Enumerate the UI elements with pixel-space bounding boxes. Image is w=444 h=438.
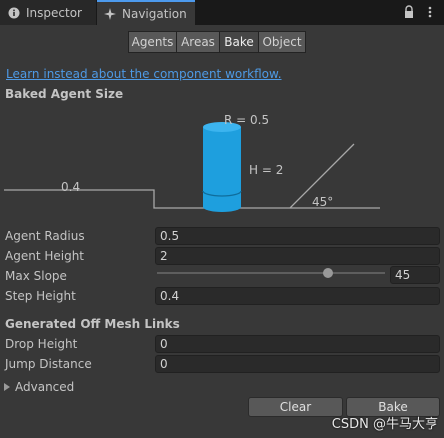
max-slope-slider-track[interactable] (157, 272, 385, 274)
step-height-label: Step Height (5, 289, 76, 303)
radius-label: R = 0.5 (224, 113, 269, 127)
watermark-text: CSDN @牛马大亨 (331, 417, 438, 432)
toolbar-agents-button[interactable]: Agents (128, 31, 177, 53)
info-icon (8, 7, 20, 18)
drop-height-field[interactable]: 0 (155, 335, 440, 353)
max-slope-field[interactable]: 45 (390, 266, 440, 284)
tab-inspector[interactable]: Inspector (0, 0, 96, 25)
max-slope-label: Max Slope (5, 269, 67, 283)
agent-height-field[interactable]: 2 (155, 247, 440, 265)
tab-bar-controls (403, 5, 436, 19)
toolbar-bake-button[interactable]: Bake (219, 31, 259, 53)
baked-agent-size-title: Baked Agent Size (5, 87, 124, 101)
slope-diagram-label: 45° (312, 195, 333, 209)
tab-inspector-label: Inspector (26, 5, 82, 20)
toolbar-object-button[interactable]: Object (258, 31, 306, 53)
window-tab-bar: Inspector Navigation (0, 0, 444, 25)
off-mesh-links-title: Generated Off Mesh Links (5, 317, 180, 331)
agent-radius-field[interactable]: 0.5 (155, 227, 440, 245)
lock-icon[interactable] (403, 5, 415, 19)
agent-height-label: Agent Height (5, 249, 85, 263)
step-height-diagram-label: 0.4 (61, 180, 80, 194)
more-options-icon[interactable] (424, 5, 436, 19)
step-height-field[interactable]: 0.4 (155, 287, 440, 305)
tab-navigation-label: Navigation (122, 6, 187, 21)
max-slope-slider-thumb[interactable] (323, 268, 333, 278)
drop-height-label: Drop Height (5, 337, 78, 351)
component-workflow-link[interactable]: Learn instead about the component workfl… (6, 67, 282, 81)
agent-size-diagram: R = 0.5 H = 2 0.4 45° (4, 113, 380, 212)
ground-profile-line (4, 143, 355, 209)
advanced-foldout[interactable]: Advanced (4, 380, 74, 394)
height-label: H = 2 (249, 163, 283, 177)
agent-radius-label: Agent Radius (5, 229, 85, 243)
clear-button[interactable]: Clear (248, 397, 343, 417)
agent-cylinder (202, 122, 242, 212)
foldout-arrow-icon (4, 383, 10, 391)
advanced-label: Advanced (15, 380, 75, 394)
tab-navigation[interactable]: Navigation (97, 0, 195, 25)
jump-distance-label: Jump Distance (5, 357, 92, 371)
jump-distance-field[interactable]: 0 (155, 355, 440, 373)
navigation-mode-toolbar: Agents Areas Bake Object (128, 31, 306, 53)
toolbar-areas-button[interactable]: Areas (176, 31, 220, 53)
navigation-compass-icon (104, 7, 116, 20)
